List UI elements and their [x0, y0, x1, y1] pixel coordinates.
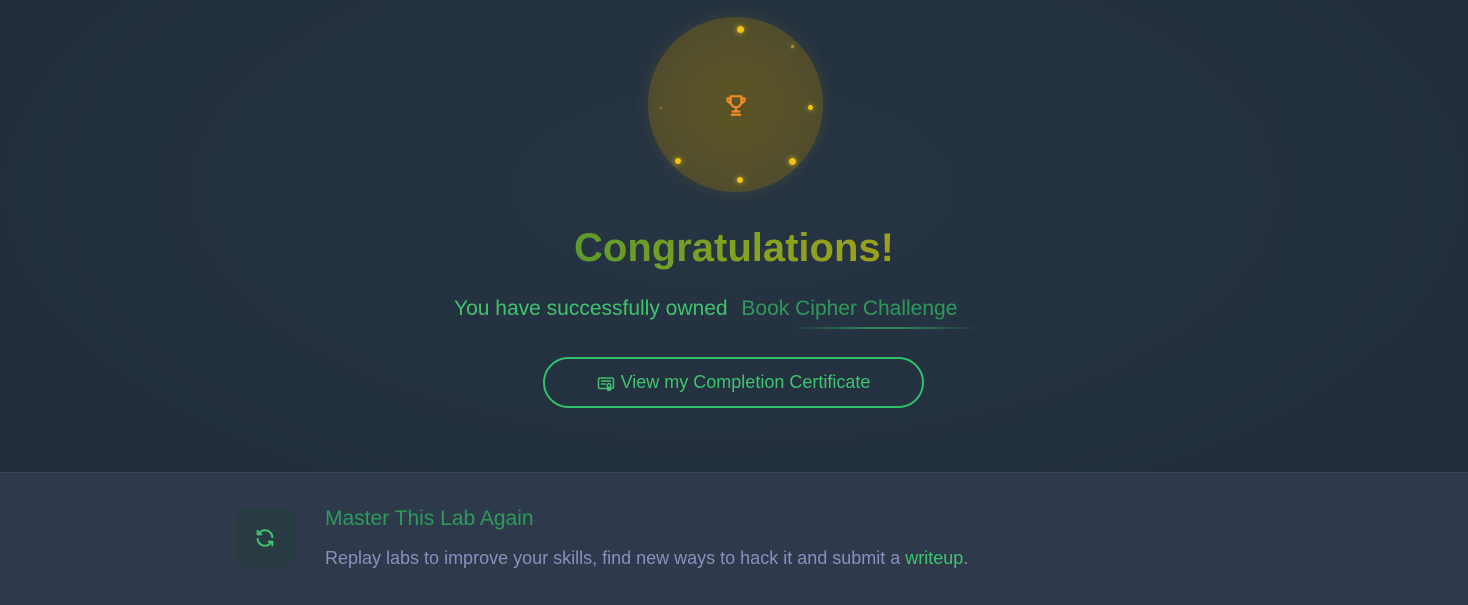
replay-description-text: Replay labs to improve your skills, find… [325, 548, 906, 568]
replay-description-suffix: . [963, 548, 969, 568]
replay-title: Master This Lab Again [325, 507, 534, 530]
owned-prefix: You have successfully owned [454, 297, 728, 320]
trophy-icon [726, 95, 746, 116]
writeup-link[interactable]: writeup [905, 548, 963, 568]
completion-hero: Congratulations! You have successfully o… [0, 0, 1468, 472]
owned-message: You have successfully owned Book Cipher … [454, 297, 957, 321]
congrats-title-wrap: Congratulations! [0, 226, 1468, 271]
sparkle-dot [789, 158, 796, 165]
sparkle-dot [675, 158, 681, 164]
refresh-icon [256, 528, 274, 547]
sparkle-dot [808, 105, 813, 110]
lab-name: Book Cipher Challenge [741, 297, 958, 320]
certificate-icon [597, 376, 614, 391]
view-certificate-label: View my Completion Certificate [620, 372, 871, 392]
sparkle-dot [737, 177, 743, 183]
view-certificate-button[interactable]: View my Completion Certificate [543, 357, 924, 408]
sparkle-dot [791, 45, 794, 48]
lab-name-underline [790, 327, 980, 329]
replay-description: Replay labs to improve your skills, find… [325, 548, 968, 569]
congrats-title: Congratulations! [574, 226, 894, 270]
replay-section: Master This Lab Again Replay labs to imp… [0, 472, 1468, 605]
sparkle-dot [737, 26, 744, 33]
sparkle-dot [660, 107, 662, 109]
replay-button[interactable] [236, 508, 294, 567]
